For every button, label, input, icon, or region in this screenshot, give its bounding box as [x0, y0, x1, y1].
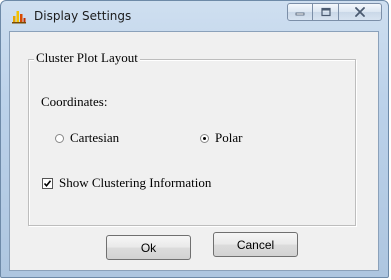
cancel-button[interactable]: Cancel — [213, 232, 298, 257]
caption-buttons — [287, 3, 382, 23]
maximize-icon — [320, 7, 331, 17]
cartesian-radio-circle[interactable] — [55, 133, 64, 143]
polar-radio[interactable]: Polar — [200, 130, 242, 146]
coordinates-label: Coordinates: — [41, 94, 108, 109]
show-clustering-checkbox-box[interactable] — [42, 177, 53, 189]
cartesian-radio[interactable]: Cartesian — [55, 130, 119, 146]
bar-chart-app-icon — [11, 8, 27, 24]
close-icon — [355, 7, 365, 17]
window-title: Display Settings — [34, 9, 132, 23]
group-title: Cluster Plot Layout — [34, 50, 140, 66]
polar-radio-circle[interactable] — [200, 133, 209, 143]
title-bar[interactable]: Display Settings — [1, 1, 388, 32]
close-button[interactable] — [339, 3, 382, 21]
ok-button[interactable]: Ok — [106, 235, 191, 260]
display-settings-window: Display Settings Cluster Plot Layout Coo… — [0, 0, 389, 278]
dialog-client-area: Cluster Plot Layout Coordinates: Cartesi… — [9, 31, 379, 271]
show-clustering-label[interactable]: Show Clustering Information — [59, 175, 211, 191]
checkmark-icon — [43, 179, 52, 187]
maximize-button[interactable] — [313, 3, 339, 21]
cartesian-radio-label[interactable]: Cartesian — [70, 130, 119, 146]
minimize-button[interactable] — [287, 3, 313, 21]
show-clustering-checkbox[interactable]: Show Clustering Information — [42, 175, 211, 191]
minimize-icon — [295, 12, 305, 16]
polar-radio-label[interactable]: Polar — [215, 130, 242, 146]
